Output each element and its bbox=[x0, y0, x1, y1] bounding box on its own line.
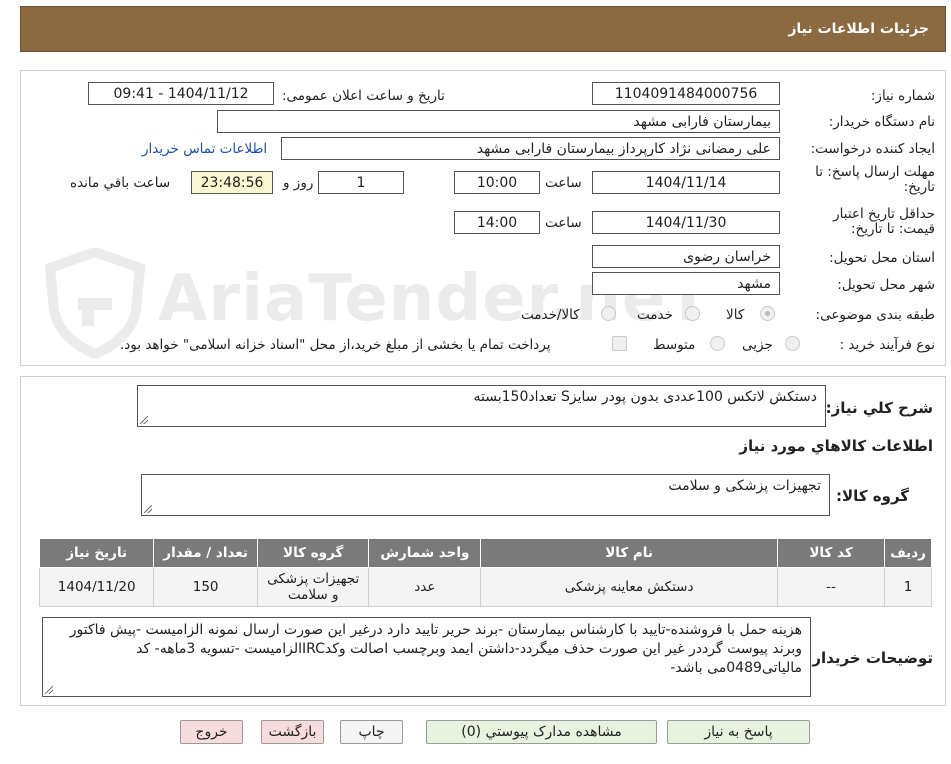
process-option-minor: جزیی bbox=[742, 337, 773, 353]
buyer-notes-text: هزینه حمل با فروشنده-تایید با کارشناس بی… bbox=[69, 622, 802, 676]
treasury-checkbox[interactable] bbox=[612, 336, 627, 351]
resize-grip-icon[interactable] bbox=[45, 686, 53, 694]
process-radio-medium[interactable] bbox=[710, 336, 725, 351]
days-label: روز و bbox=[283, 175, 314, 191]
process-label: نوع فرآیند خرید : bbox=[839, 337, 935, 353]
category-label: طبقه بندی موضوعی: bbox=[815, 307, 935, 323]
goods-group-label: گروه کالا: bbox=[836, 487, 909, 505]
page-header: جزئیات اطلاعات نیاز bbox=[20, 6, 946, 52]
remaining-label: ساعت باقي مانده bbox=[70, 175, 171, 191]
announce-label: تاریخ و ساعت اعلان عمومی: bbox=[282, 88, 445, 104]
city-field: مشهد bbox=[592, 272, 780, 295]
buyer-org-field: بیمارستان فارابی مشهد bbox=[217, 110, 780, 133]
buyer-contact-link[interactable]: اطلاعات تماس خریدار bbox=[142, 141, 267, 157]
col-row: رديف bbox=[884, 538, 932, 568]
validity-date-field: 1404/11/30 bbox=[592, 211, 780, 234]
days-remaining-field: 1 bbox=[318, 171, 404, 194]
resize-grip-icon[interactable] bbox=[140, 416, 148, 424]
exit-button[interactable]: خروج bbox=[180, 720, 243, 744]
view-attachments-button[interactable]: مشاهده مدارک پيوستي (0) bbox=[426, 720, 657, 744]
category-radio-service[interactable] bbox=[685, 306, 700, 321]
deadline-date-field: 1404/11/14 bbox=[592, 171, 780, 194]
cell-code: -- bbox=[776, 567, 886, 607]
deadline-label: مهلت ارسال پاسخ: تا تاریخ: bbox=[815, 164, 935, 195]
cell-group: تجهیزات پزشکی و سلامت bbox=[256, 567, 370, 607]
cell-date: 1404/11/20 bbox=[38, 567, 155, 607]
requester-field: علی رمضانی نژاد کارپرداز بیمارستان فاراب… bbox=[281, 137, 780, 160]
cell-unit: عدد bbox=[368, 567, 482, 607]
province-label: استان محل تحویل: bbox=[829, 250, 935, 266]
items-table: رديف کد کالا نام کالا واحد شمارش گروه کا… bbox=[38, 538, 932, 607]
deadline-time-label: ساعت bbox=[545, 175, 582, 191]
col-unit: واحد شمارش bbox=[368, 538, 482, 568]
print-button[interactable]: چاپ bbox=[340, 720, 403, 744]
remaining-time-field: 23:48:56 bbox=[191, 171, 273, 194]
process-radio-minor[interactable] bbox=[785, 336, 800, 351]
col-date: تاريخ نياز bbox=[38, 538, 155, 568]
table-row: 1 -- دستکش معاینه پزشکی عدد تجهیزات پزشک… bbox=[38, 567, 932, 607]
reply-button[interactable]: پاسخ به نياز bbox=[667, 720, 810, 744]
city-label: شهر محل تحویل: bbox=[837, 277, 935, 293]
summary-text: دستکش لاتکس 100عددی بدون پودر سایزS تعدا… bbox=[473, 389, 817, 405]
goods-group-text: تجهیزات پزشکی و سلامت bbox=[668, 478, 821, 494]
category-option-goods-service: کالا/خدمت bbox=[521, 307, 580, 323]
buyer-notes-textarea: هزینه حمل با فروشنده-تایید با کارشناس بی… bbox=[42, 617, 811, 697]
col-group: گروه کالا bbox=[256, 538, 370, 568]
buyer-org-label: نام دستگاه خریدار: bbox=[828, 114, 935, 130]
page-title: جزئیات اطلاعات نیاز bbox=[788, 21, 929, 37]
col-code: کد کالا bbox=[776, 538, 886, 568]
buyer-notes-label: توضیحات خریدار: bbox=[806, 649, 933, 667]
requester-label: ایجاد کننده درخواست: bbox=[810, 141, 935, 157]
announce-field: 1404/11/12 - 09:41 bbox=[88, 82, 274, 105]
treasury-note: پرداخت تمام یا بخشی از مبلغ خرید،از محل … bbox=[120, 337, 551, 353]
back-button[interactable]: بازگشت bbox=[261, 720, 324, 744]
summary-label: شرح کلي نياز: bbox=[825, 399, 933, 417]
resize-grip-icon[interactable] bbox=[144, 505, 152, 513]
need-number-label: شماره نیاز: bbox=[870, 88, 935, 104]
goods-group-textarea: تجهیزات پزشکی و سلامت bbox=[141, 474, 830, 516]
need-number-field: 1104091484000756 bbox=[592, 82, 780, 105]
validity-label: حداقل تاریخ اعتبار قیمت: تا تاریخ: bbox=[833, 206, 935, 237]
cell-quantity: 150 bbox=[153, 567, 258, 607]
validity-time-label: ساعت bbox=[545, 215, 582, 231]
cell-name: دستکش معاینه پزشکی bbox=[480, 567, 778, 607]
table-header-row: رديف کد کالا نام کالا واحد شمارش گروه کا… bbox=[38, 538, 932, 568]
category-radio-goods[interactable] bbox=[760, 306, 775, 321]
validity-time-field: 14:00 bbox=[454, 211, 540, 234]
province-field: خراسان رضوی bbox=[592, 245, 780, 268]
category-option-goods: کالا bbox=[726, 307, 745, 323]
cell-row: 1 bbox=[884, 567, 932, 607]
goods-section-title: اطلاعات کالاهاي مورد نياز bbox=[739, 437, 933, 455]
summary-textarea: دستکش لاتکس 100عددی بدون پودر سایزS تعدا… bbox=[137, 385, 826, 427]
category-option-service: خدمت bbox=[637, 307, 673, 323]
col-name: نام کالا bbox=[480, 538, 778, 568]
category-radio-goods-service[interactable] bbox=[601, 306, 616, 321]
process-option-medium: متوسط bbox=[653, 337, 696, 353]
deadline-time-field: 10:00 bbox=[454, 171, 540, 194]
col-quantity: تعداد / مقدار bbox=[153, 538, 258, 568]
